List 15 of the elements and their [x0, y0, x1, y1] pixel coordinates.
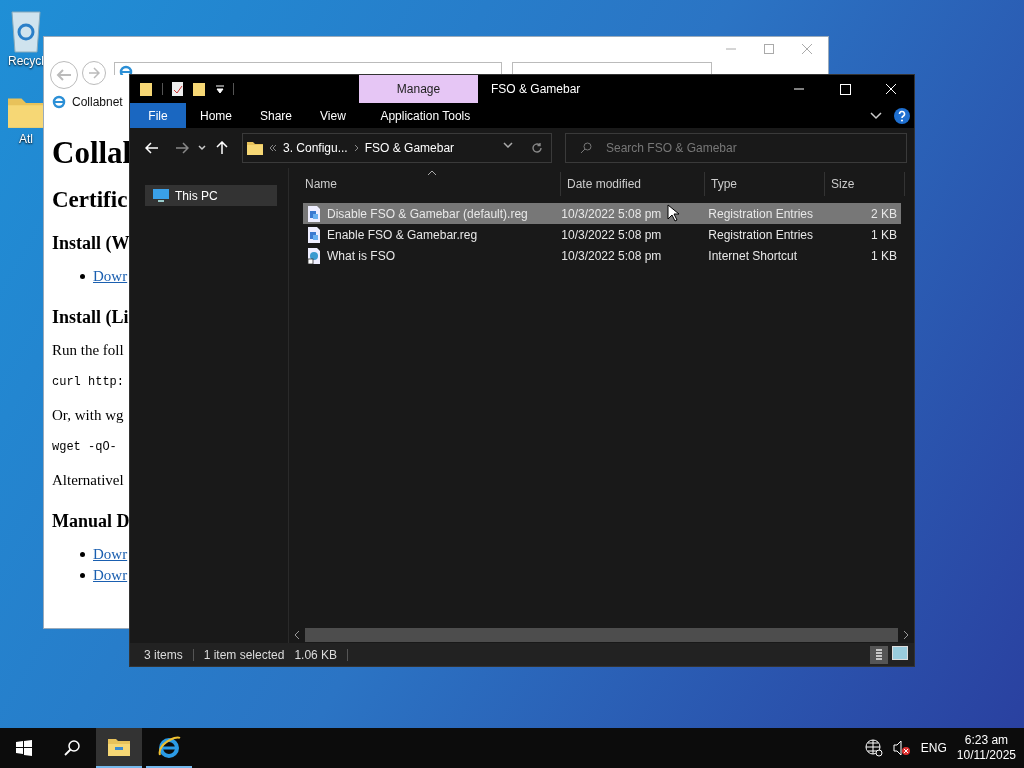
command-text: curl http:	[52, 375, 124, 389]
section-heading: Certific	[52, 187, 128, 213]
command-text: wget -qO-	[52, 440, 117, 454]
item-count: 3 items	[144, 647, 183, 662]
contextual-tab-header: Manage	[359, 75, 478, 103]
paragraph: Alternativel	[52, 472, 124, 489]
subsection-heading: Manual D	[52, 511, 130, 532]
page-heading: Collal	[52, 135, 132, 171]
window-title: FSO & Gamebar	[491, 82, 582, 96]
paragraph: Or, with wg	[52, 407, 124, 424]
selection-size: 1.06 KB	[294, 647, 338, 662]
paragraph: Run the foll	[52, 342, 124, 359]
subsection-heading: Install (Li	[52, 307, 129, 328]
selection-status: 1 item selected	[203, 647, 285, 662]
subsection-heading: Install (W	[52, 233, 130, 254]
